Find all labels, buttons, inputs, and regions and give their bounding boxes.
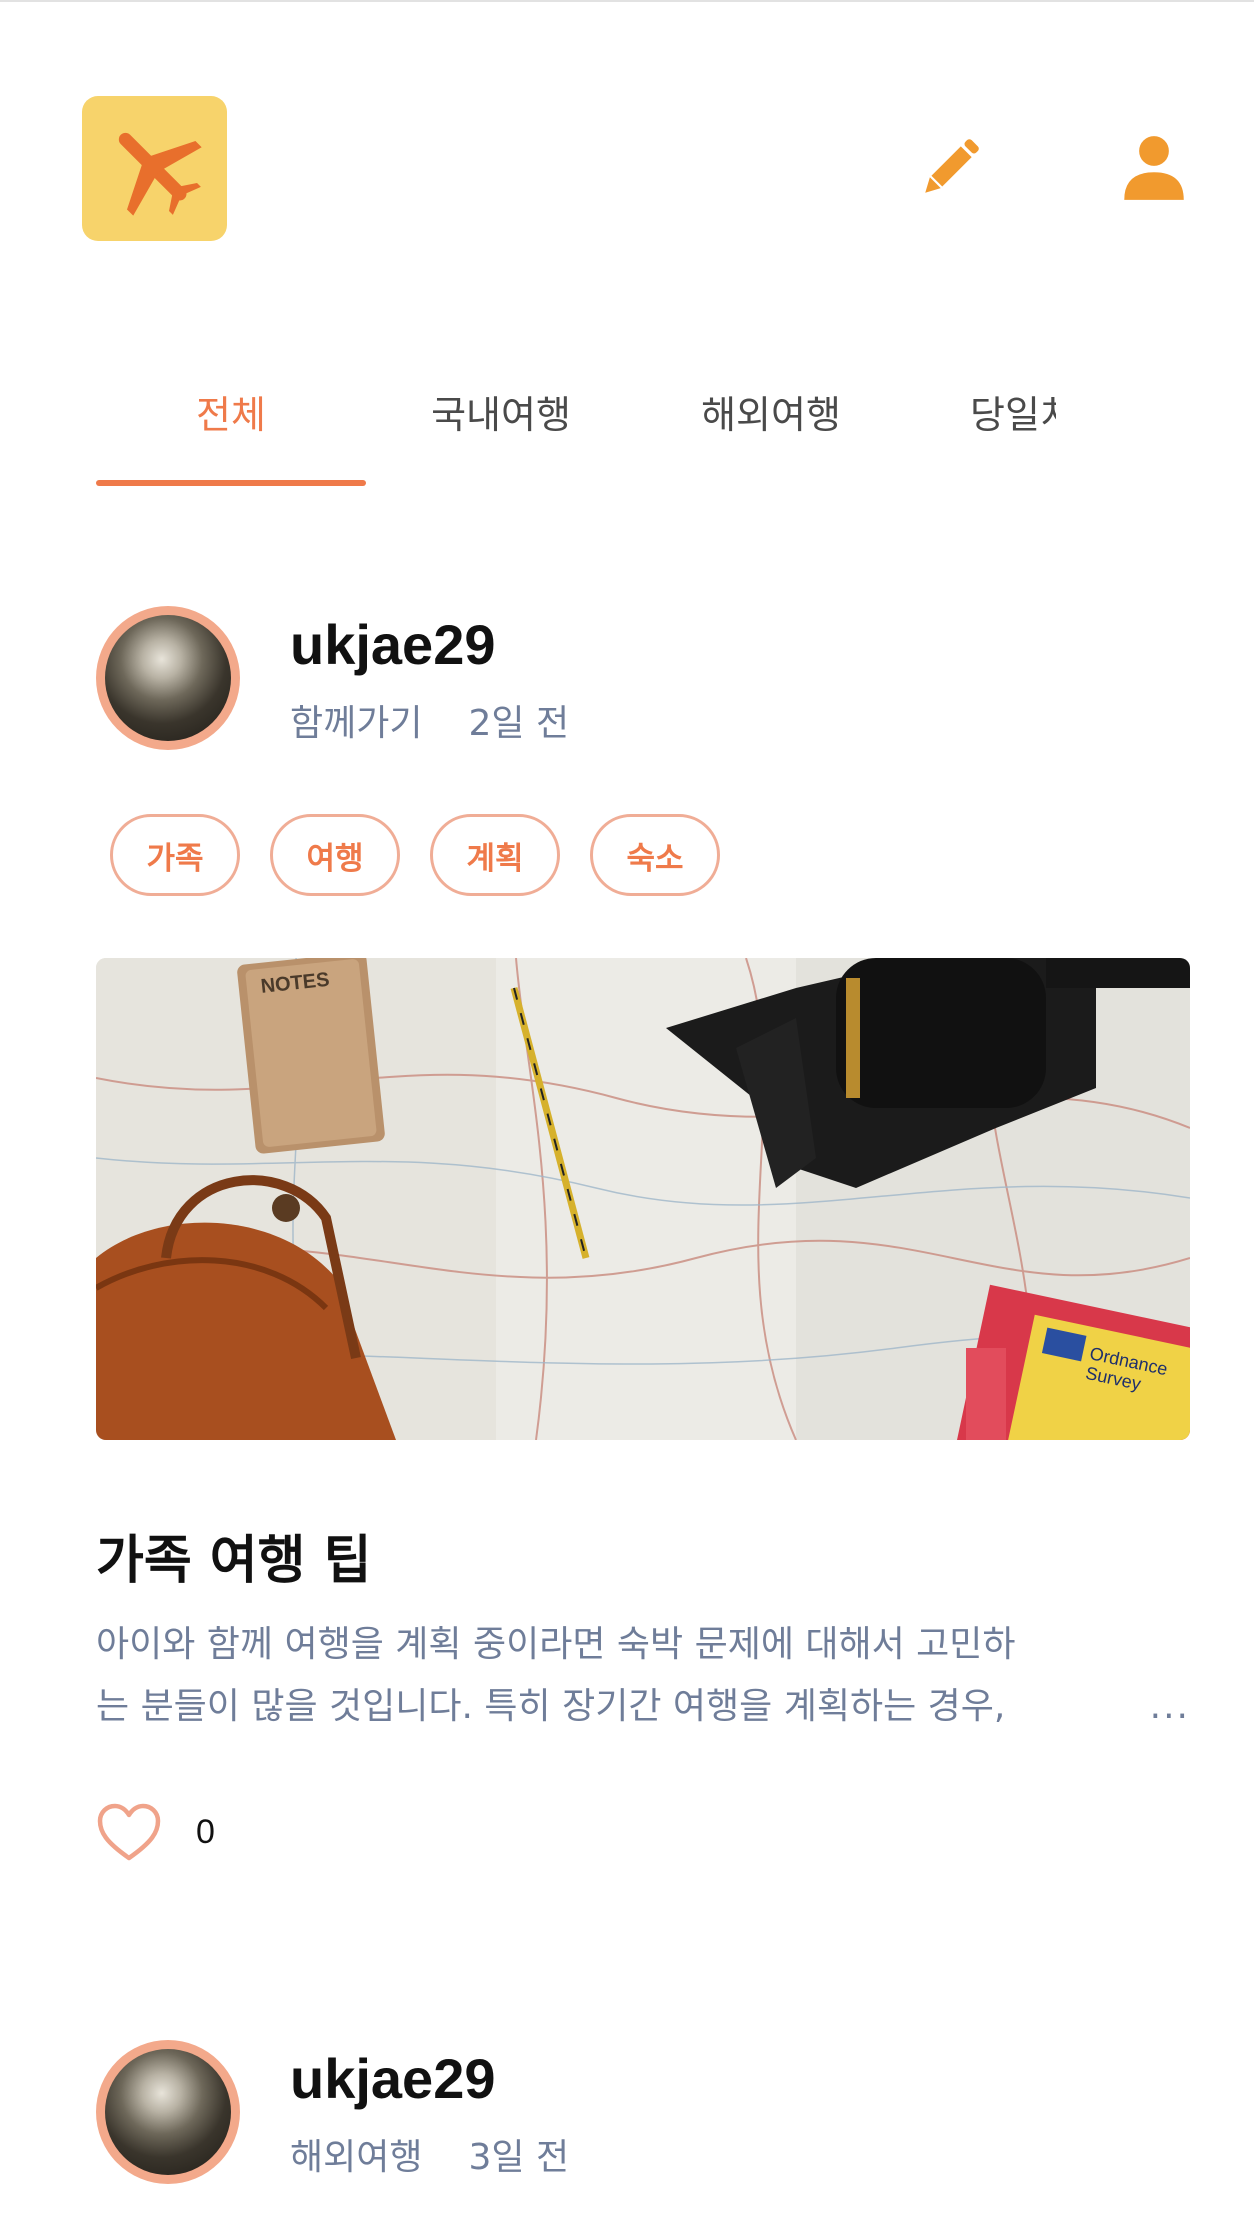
post-time: 3일 전 — [468, 2137, 570, 2178]
app-logo[interactable] — [82, 96, 227, 241]
user-icon — [1124, 136, 1184, 200]
post-image[interactable]: NOTES Ordnance Survey — [96, 958, 1190, 1440]
tabs-overflow-mask — [1056, 370, 1254, 490]
avatar[interactable] — [96, 2040, 240, 2184]
post-category: 함께가기 — [290, 703, 423, 744]
like-button[interactable] — [96, 1802, 162, 1862]
post-username[interactable]: ukjae29 — [290, 612, 496, 677]
active-tab-indicator — [96, 480, 366, 486]
heart-icon — [97, 1803, 161, 1861]
post-category: 해외여행 — [290, 2137, 423, 2178]
tag-chip[interactable]: 가족 — [110, 814, 240, 896]
like-count: 0 — [196, 1812, 215, 1851]
post-title[interactable]: 가족 여행 팁 — [96, 1518, 371, 1593]
tab-domestic[interactable]: 국내여행 — [366, 370, 636, 490]
tag-list: 가족 여행 계획 숙소 — [110, 814, 720, 896]
excerpt-ellipsis: ... — [1149, 1686, 1190, 1727]
post-username[interactable]: ukjae29 — [290, 2046, 496, 2111]
excerpt-line: 는 분들이 많을 것입니다. 특히 장기간 여행을 계획하는 경우, — [96, 1686, 1006, 1727]
avatar[interactable] — [96, 606, 240, 750]
post-meta: 해외여행 3일 전 — [290, 2128, 569, 2180]
like-row: 0 — [96, 1802, 215, 1862]
airplane-icon — [118, 132, 202, 216]
pencil-icon — [925, 139, 979, 193]
tab-all[interactable]: 전체 — [96, 370, 366, 490]
status-divider — [0, 0, 1254, 2]
excerpt-line: 아이와 함께 여행을 계획 중이라면 숙박 문제에 대해서 고민하 — [96, 1624, 1016, 1665]
tag-chip[interactable]: 계획 — [430, 814, 560, 896]
post-excerpt[interactable]: 아이와 함께 여행을 계획 중이라면 숙박 문제에 대해서 고민하 는 분들이 … — [96, 1614, 1190, 1738]
post-card[interactable]: ukjae29 함께가기 2일 전 가족 여행 계획 숙소 NOTES Ordn… — [96, 606, 1190, 1866]
tag-chip[interactable]: 숙소 — [590, 814, 720, 896]
write-button[interactable] — [910, 128, 990, 208]
profile-button[interactable] — [1114, 128, 1194, 208]
category-tabs: 전체 국내여행 해외여행 당일치기 — [96, 370, 1254, 490]
avatar-image — [105, 2049, 231, 2175]
avatar-image — [105, 615, 231, 741]
post-meta: 함께가기 2일 전 — [290, 694, 569, 746]
post-card[interactable]: ukjae29 해외여행 3일 전 — [96, 2040, 1190, 2226]
tag-chip[interactable]: 여행 — [270, 814, 400, 896]
tab-overseas[interactable]: 해외여행 — [636, 370, 906, 490]
travel-map-photo: NOTES Ordnance Survey — [96, 958, 1190, 1440]
post-time: 2일 전 — [468, 703, 570, 744]
